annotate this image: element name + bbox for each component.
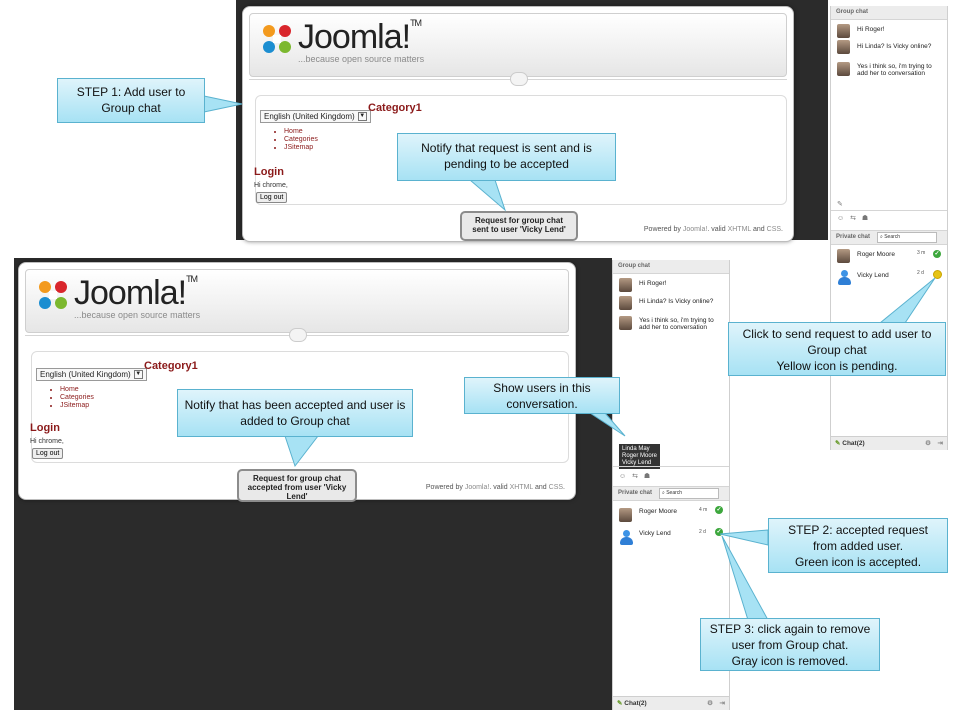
callout-step3-note: Gray icon is removed. bbox=[731, 654, 849, 668]
callout-step2-text: STEP 2: accepted request from added user… bbox=[788, 523, 928, 553]
callout-step1: STEP 1: Add user to Group chat bbox=[57, 78, 205, 123]
callout-step2-note: Green icon is accepted. bbox=[794, 555, 922, 569]
callout-click-send-text: Click to send request to add user to Gro… bbox=[742, 327, 932, 357]
callout-notify-accepted: Notify that has been accepted and user i… bbox=[177, 389, 413, 437]
callout-show-users: Show users in this conversation. bbox=[464, 377, 620, 414]
callout-step3-text: STEP 3: click again to remove user from … bbox=[709, 622, 871, 652]
callout-notify-pending: Notify that request is sent and is pendi… bbox=[397, 133, 616, 181]
callout-click-send-note: Yellow icon is pending. bbox=[776, 359, 898, 373]
callout-click-send: Click to send request to add user to Gro… bbox=[728, 322, 946, 376]
callout-step2: STEP 2: accepted request from added user… bbox=[768, 518, 948, 573]
callout-step3: STEP 3: click again to remove user from … bbox=[700, 618, 880, 671]
